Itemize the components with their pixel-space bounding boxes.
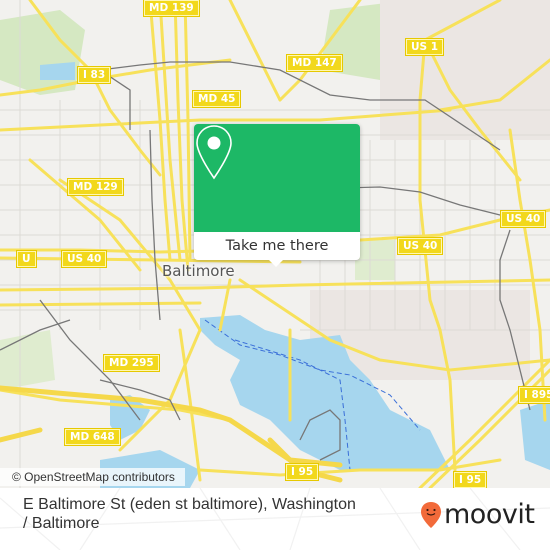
location-popup: Take me there bbox=[194, 124, 360, 267]
route-shield-md295: MD 295 bbox=[104, 355, 159, 371]
route-shield-md45: MD 45 bbox=[193, 91, 241, 107]
residential-area bbox=[380, 0, 550, 140]
route-shield-md147: MD 147 bbox=[287, 55, 342, 71]
route-shield-md139: MD 139 bbox=[144, 0, 199, 16]
footer: E Baltimore St (eden st baltimore), Wash… bbox=[0, 488, 550, 550]
route-shield-us40: US 40 bbox=[501, 211, 546, 227]
route-shield-us40: US 40 bbox=[62, 251, 107, 267]
route-shield-i83: I 83 bbox=[78, 67, 111, 83]
route-shield-us40: US 40 bbox=[398, 238, 443, 254]
route-shield-md129: MD 129 bbox=[68, 179, 123, 195]
city-label: Baltimore bbox=[162, 262, 235, 280]
take-me-there-button[interactable]: Take me there bbox=[194, 232, 360, 260]
stop-title: E Baltimore St (eden st baltimore), Wash… bbox=[23, 496, 356, 532]
moovit-logo[interactable]: moovit bbox=[420, 499, 535, 530]
moovit-wordmark: moovit bbox=[444, 499, 535, 530]
water-body bbox=[40, 62, 75, 80]
route-shield-i895: I 895 bbox=[519, 387, 550, 403]
route-shield-i95: I 95 bbox=[454, 472, 487, 488]
route-shield-i95: I 95 bbox=[286, 464, 319, 480]
route-shield-us1: US 1 bbox=[406, 39, 444, 55]
route-shield-md648: MD 648 bbox=[65, 429, 120, 445]
moovit-pin-icon bbox=[421, 502, 441, 528]
map-attribution[interactable]: © OpenStreetMap contributors bbox=[0, 468, 185, 486]
map-view[interactable]: MD 139 I 83 MD 147 US 1 MD 45 MD 129 US … bbox=[0, 0, 550, 488]
popup-pointer bbox=[268, 259, 284, 267]
park-area bbox=[0, 330, 55, 390]
route-shield-partial: U bbox=[17, 251, 36, 267]
map-pin-icon bbox=[196, 125, 232, 180]
popup-header bbox=[194, 124, 360, 232]
